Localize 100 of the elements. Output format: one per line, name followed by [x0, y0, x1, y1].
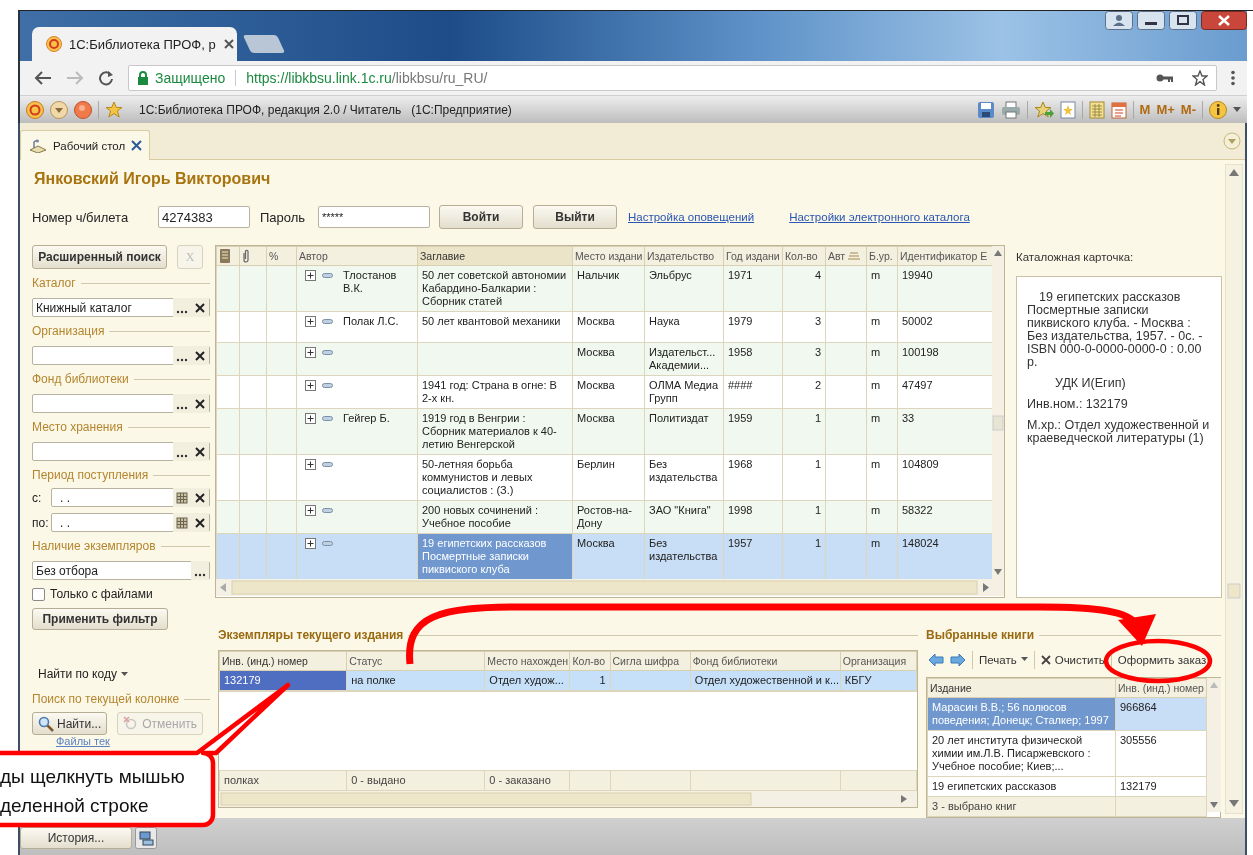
star-icon[interactable] — [105, 100, 123, 119]
clear-button[interactable] — [191, 442, 209, 461]
reload-icon[interactable] — [98, 70, 114, 86]
record-icon[interactable] — [74, 100, 92, 119]
browser-tab[interactable]: 1С:Библиотека ПРОФ, р — [32, 27, 237, 61]
table-row[interactable]: Москва Издательст... Академии... 1958 3 m 100198 — [216, 342, 992, 376]
input-field[interactable]: Без отбора — [32, 561, 210, 580]
clear-button[interactable] — [191, 488, 209, 507]
back-arrow-icon[interactable] — [34, 70, 52, 86]
column-header[interactable]: Организация — [840, 651, 917, 671]
star-icon[interactable] — [1192, 70, 1208, 86]
column-header[interactable]: Фонд библиотеки — [690, 651, 841, 671]
table-row[interactable]: 19 египетских рассказов Посмертные записки пиквиского клуба Москва Без издательства 1957 1 m 148024 — [216, 533, 992, 579]
table-row[interactable]: 200 новых сочинений : Учебное пособие Ростов-на-Дону ЗАО "Книга" 1998 1 m 58322 — [216, 500, 992, 534]
input-field[interactable]: Книжный каталог — [32, 298, 210, 317]
info-icon[interactable] — [1209, 100, 1227, 119]
page-scrollbar[interactable] — [1225, 164, 1243, 814]
calendar-button[interactable] — [173, 488, 191, 507]
left-arrow-icon[interactable] — [928, 652, 944, 667]
column-header[interactable]: Сигла шифра — [610, 651, 691, 671]
column-header[interactable]: Б.ур. — [866, 246, 898, 266]
column-header[interactable]: % — [266, 246, 297, 266]
login-button[interactable]: Войти — [439, 205, 523, 229]
files-link[interactable]: Файлы тек — [56, 735, 110, 747]
table-row[interactable]: Марасин В.В.; 56 полюсов поведения; Донецк; Сталкер; 1997 966864 — [927, 697, 1207, 731]
network-icon[interactable] — [135, 826, 157, 849]
address-bar[interactable]: Защищено https://libkbsu.link.1c.ru/libkbsu/ru_RU/ — [128, 65, 1217, 91]
column-header[interactable]: Инв. (инд.) номер — [219, 651, 347, 671]
logout-button[interactable]: Выйти — [533, 205, 617, 229]
horizontal-scrollbar[interactable] — [216, 579, 1004, 596]
caret-icon[interactable] — [120, 671, 128, 677]
table-row[interactable]: 50-летняя борьба коммунистов и левых социалистов : (З.) Берлин Без издательства 1968 1 m 104809 — [216, 454, 992, 501]
expand-icon[interactable] — [305, 380, 316, 391]
calendar-button[interactable] — [173, 513, 191, 532]
expand-icon[interactable] — [305, 505, 316, 516]
menu-icon[interactable] — [1231, 70, 1235, 86]
minimize-icon[interactable] — [1137, 11, 1165, 31]
column-header[interactable]: Авт — [825, 246, 867, 266]
close-icon[interactable] — [1201, 11, 1247, 31]
input-field[interactable] — [32, 346, 210, 365]
expand-icon[interactable] — [305, 413, 316, 424]
clear-button[interactable] — [191, 346, 209, 365]
right-arrow-icon[interactable] — [950, 652, 966, 667]
table-row[interactable]: Гейгер Б. 1919 год в Венгрии : Сборник материалов к 40-летию Венгерской Москва Политиздат 1959 1 m 33 — [216, 408, 992, 455]
expand-icon[interactable] — [305, 538, 316, 549]
expand-icon[interactable] — [305, 347, 316, 358]
choose-button[interactable] — [173, 346, 191, 365]
print-menu-button[interactable]: Печать — [979, 653, 1028, 666]
maximize-icon[interactable] — [1169, 11, 1197, 31]
input-field[interactable] — [32, 442, 210, 461]
print-icon[interactable] — [1000, 100, 1021, 119]
vertical-scrollbar[interactable] — [992, 246, 1004, 579]
close-icon[interactable] — [222, 38, 235, 50]
column-header[interactable]: Статус — [346, 651, 485, 671]
notification-settings-link[interactable]: Настройка оповещений — [628, 211, 755, 223]
column-header[interactable]: Кол-во — [569, 651, 610, 671]
clear-button[interactable] — [191, 513, 209, 532]
checkbox[interactable] — [32, 587, 45, 601]
catalog-settings-link[interactable]: Настройки электронного каталога — [789, 211, 970, 223]
clear-button[interactable] — [191, 298, 209, 317]
column-header[interactable]: Идентификатор Е — [897, 246, 992, 266]
tab[interactable]: Рабочий стол — [20, 130, 150, 160]
key-icon[interactable] — [1156, 73, 1174, 83]
input-field[interactable]: 4274383 — [158, 206, 250, 228]
column-header[interactable]: Место издани — [572, 246, 645, 266]
column-header[interactable]: Издание — [927, 678, 1116, 698]
vertical-scrollbar[interactable] — [1207, 678, 1221, 812]
column-header[interactable]: Издательство — [644, 246, 724, 266]
caret-icon[interactable] — [1233, 106, 1241, 113]
table-row[interactable]: 20 лет института физической химии им.Л.В. Писаржевского : Учебное пособие; Киев;... 305556 — [927, 730, 1207, 777]
find-button[interactable]: Найти... — [32, 712, 108, 735]
expand-icon[interactable] — [305, 316, 316, 327]
clear-button[interactable]: Очистить — [1040, 653, 1105, 666]
table-row[interactable]: 19 египетских рассказов 132179 — [927, 776, 1207, 797]
column-header[interactable]: Автор — [296, 246, 418, 266]
column-header[interactable]: Место нахожден — [484, 651, 570, 671]
clear-button[interactable] — [191, 394, 209, 413]
choose-button[interactable] — [191, 561, 209, 580]
apply-filter-button[interactable]: Применить фильтр — [32, 608, 168, 630]
column-header[interactable]: Заглавие — [417, 246, 573, 266]
choose-button[interactable] — [173, 442, 191, 461]
password-field[interactable]: ***** — [318, 206, 430, 228]
calendar-icon[interactable] — [1110, 100, 1127, 119]
table-row[interactable]: 1941 год: Страна в огне: В 2-х кн. Москва ОЛМА Медиа Групп #### 2 m 47497 — [216, 375, 992, 409]
history-button[interactable]: История... — [20, 826, 132, 849]
star-arrow-icon[interactable] — [1033, 100, 1054, 119]
input-field[interactable] — [32, 394, 210, 413]
find-by-code-link[interactable]: Найти по коду — [38, 667, 117, 681]
choose-button[interactable] — [173, 394, 191, 413]
choose-button[interactable] — [173, 298, 191, 317]
column-header[interactable]: Кол-во — [782, 246, 826, 266]
input-field[interactable]: . . — [51, 488, 210, 507]
expand-icon[interactable] — [305, 459, 316, 470]
save-icon[interactable] — [976, 100, 995, 119]
horizontal-scrollbar[interactable] — [219, 791, 917, 807]
expand-icon[interactable] — [305, 270, 316, 281]
table-row[interactable]: 132179 на полке Отдел худож... 1 Отдел художественной и к... КБГУ — [219, 670, 917, 691]
column-header[interactable]: Год издани — [723, 246, 783, 266]
user-icon[interactable] — [1105, 11, 1133, 31]
logo-icon[interactable] — [26, 100, 44, 119]
